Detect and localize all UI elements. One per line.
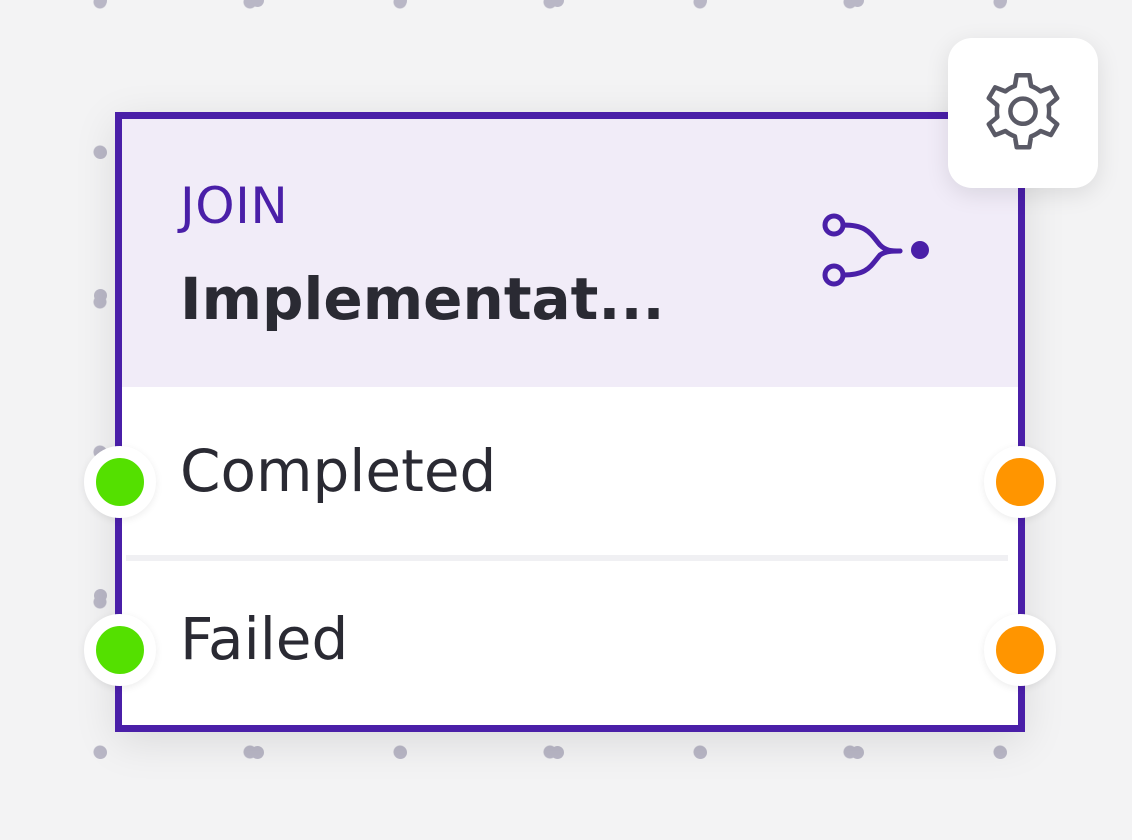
grid-dot: [694, 746, 707, 759]
output-row-failed[interactable]: Failed: [122, 565, 1018, 725]
node-title: Implementat...: [180, 265, 665, 333]
grid-dot: [251, 746, 264, 759]
grid-dot: [94, 289, 107, 302]
grid-dot: [394, 746, 407, 759]
grid-dot: [94, 0, 107, 7]
failed-output-port[interactable]: [984, 614, 1056, 686]
grid-dot: [851, 746, 864, 759]
node-settings-button[interactable]: [948, 38, 1098, 188]
grid-dot: [694, 0, 707, 7]
output-label: Completed: [180, 437, 497, 505]
grid-dot: [251, 0, 264, 7]
node-type-label: JOIN: [180, 177, 289, 235]
grid-dot: [551, 746, 564, 759]
grid-dot: [94, 146, 107, 159]
grid-dot: [94, 746, 107, 759]
row-divider: [126, 555, 1008, 561]
output-row-completed[interactable]: Completed: [122, 397, 1018, 557]
workflow-canvas[interactable]: JOIN Implementat... Completed Failed: [0, 0, 1132, 840]
gear-icon: [986, 72, 1060, 150]
grid-dot: [551, 0, 564, 7]
join-node[interactable]: JOIN Implementat... Completed Failed: [115, 112, 1025, 732]
failed-input-port[interactable]: [84, 614, 156, 686]
grid-dot: [394, 0, 407, 7]
completed-input-port[interactable]: [84, 446, 156, 518]
node-header[interactable]: JOIN Implementat...: [122, 119, 1018, 387]
grid-dot: [94, 589, 107, 602]
grid-dot: [851, 0, 864, 7]
completed-output-port[interactable]: [984, 446, 1056, 518]
grid-dot: [994, 746, 1007, 759]
output-label: Failed: [180, 605, 349, 673]
grid-dot: [994, 0, 1007, 7]
join-icon: [822, 213, 929, 287]
